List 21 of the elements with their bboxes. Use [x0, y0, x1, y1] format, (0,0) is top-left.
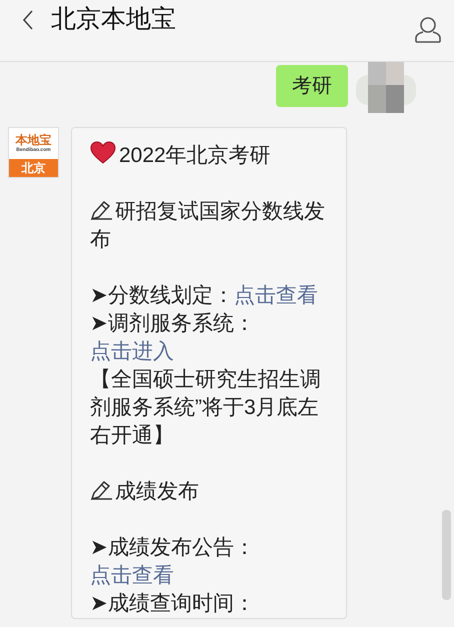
section-heading: 研招复试国家分数线发布	[90, 198, 326, 253]
message-text: 【全国硕士研究生招生调剂服务系统”将于3月底左右开通】	[90, 367, 322, 449]
link[interactable]: 点击查看	[234, 284, 318, 307]
logo-city: 北京	[9, 159, 58, 177]
profile-icon[interactable]	[414, 16, 442, 44]
pencil-icon	[90, 199, 114, 221]
message-bubble: 考研	[276, 65, 348, 107]
link[interactable]: 点击查看	[90, 564, 174, 587]
link[interactable]: 点击进入	[90, 340, 174, 363]
item-label: ➤成绩发布公告：	[90, 536, 255, 559]
pencil-icon	[90, 479, 114, 501]
section-heading: 成绩发布	[90, 478, 338, 506]
item-label: ➤调剂服务系统：	[90, 312, 255, 335]
item-label: ➤分数线划定：	[90, 284, 234, 307]
back-icon[interactable]	[22, 9, 34, 31]
message-title: 2022年北京考研	[90, 141, 338, 170]
chat-title: 北京本地宝	[51, 4, 176, 35]
logo-brand: 本地宝	[16, 134, 52, 147]
scrollbar-thumb[interactable]	[442, 510, 451, 600]
heart-icon	[90, 141, 116, 165]
message-text: ➤成绩查询时间：	[90, 591, 256, 617]
